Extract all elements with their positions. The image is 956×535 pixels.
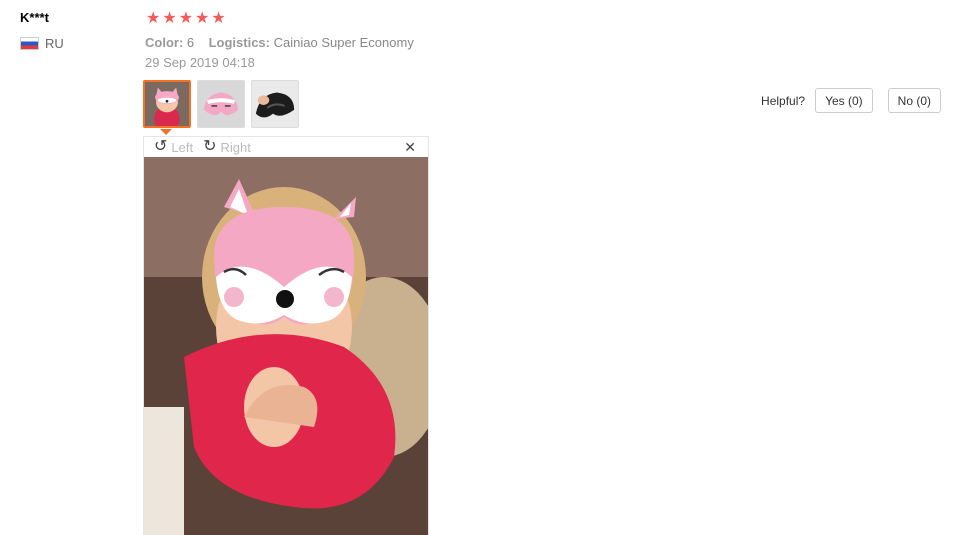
rotate-left-label: Left [171,139,194,155]
rotate-left-button[interactable]: ↺ Left [154,139,193,155]
country-code: RU [45,36,64,51]
helpful-yes-button[interactable]: Yes (0) [815,88,873,113]
close-icon[interactable]: ✕ [404,139,416,156]
logistics-value: Cainiao Super Economy [273,35,414,50]
order-info: Color: 6 Logistics: Cainiao Super Econom… [145,35,414,50]
russia-flag-icon [20,37,39,50]
rotate-right-icon: ↻ [203,138,217,155]
star-icon: ★ [195,10,210,27]
viewer-toolbar: ↺ Left ↻ Right ✕ [144,137,428,157]
review-photo [144,157,428,535]
helpful-no-button[interactable]: No (0) [887,88,941,113]
photo-thumbnails [143,80,299,128]
thumbnail-2[interactable] [197,80,245,128]
review-date: 29 Sep 2019 04:18 [145,55,255,70]
rotate-left-icon: ↺ [154,138,168,155]
rotate-right-label: Right [220,139,251,155]
active-thumbnail-caret-icon [160,129,172,135]
helpful-label: Helpful? [761,93,806,108]
mask-photo-thumbnail-icon [145,82,189,126]
star-rating: ★ ★ ★ ★ ★ [146,10,226,28]
thumbnail-3[interactable] [251,80,299,128]
thumbnail-1[interactable] [143,80,191,128]
mask-photo-thumbnail-icon [198,81,244,127]
star-icon: ★ [146,10,161,27]
star-icon: ★ [178,10,194,27]
reviewer-name: K***t [20,10,49,25]
reviewer-country: RU [20,36,64,51]
star-icon: ★ [211,10,226,27]
photo-viewer: ↺ Left ↻ Right ✕ [143,136,429,535]
helpful-section: Helpful? Yes (0) No (0) [761,88,956,113]
logistics-label: Logistics: [208,35,270,50]
star-icon: ★ [162,10,177,27]
color-value: 6 [186,35,195,50]
color-label: Color: [145,35,184,50]
rotate-right-button[interactable]: ↻ Right [203,139,251,155]
mask-photo-thumbnail-icon [252,81,298,127]
